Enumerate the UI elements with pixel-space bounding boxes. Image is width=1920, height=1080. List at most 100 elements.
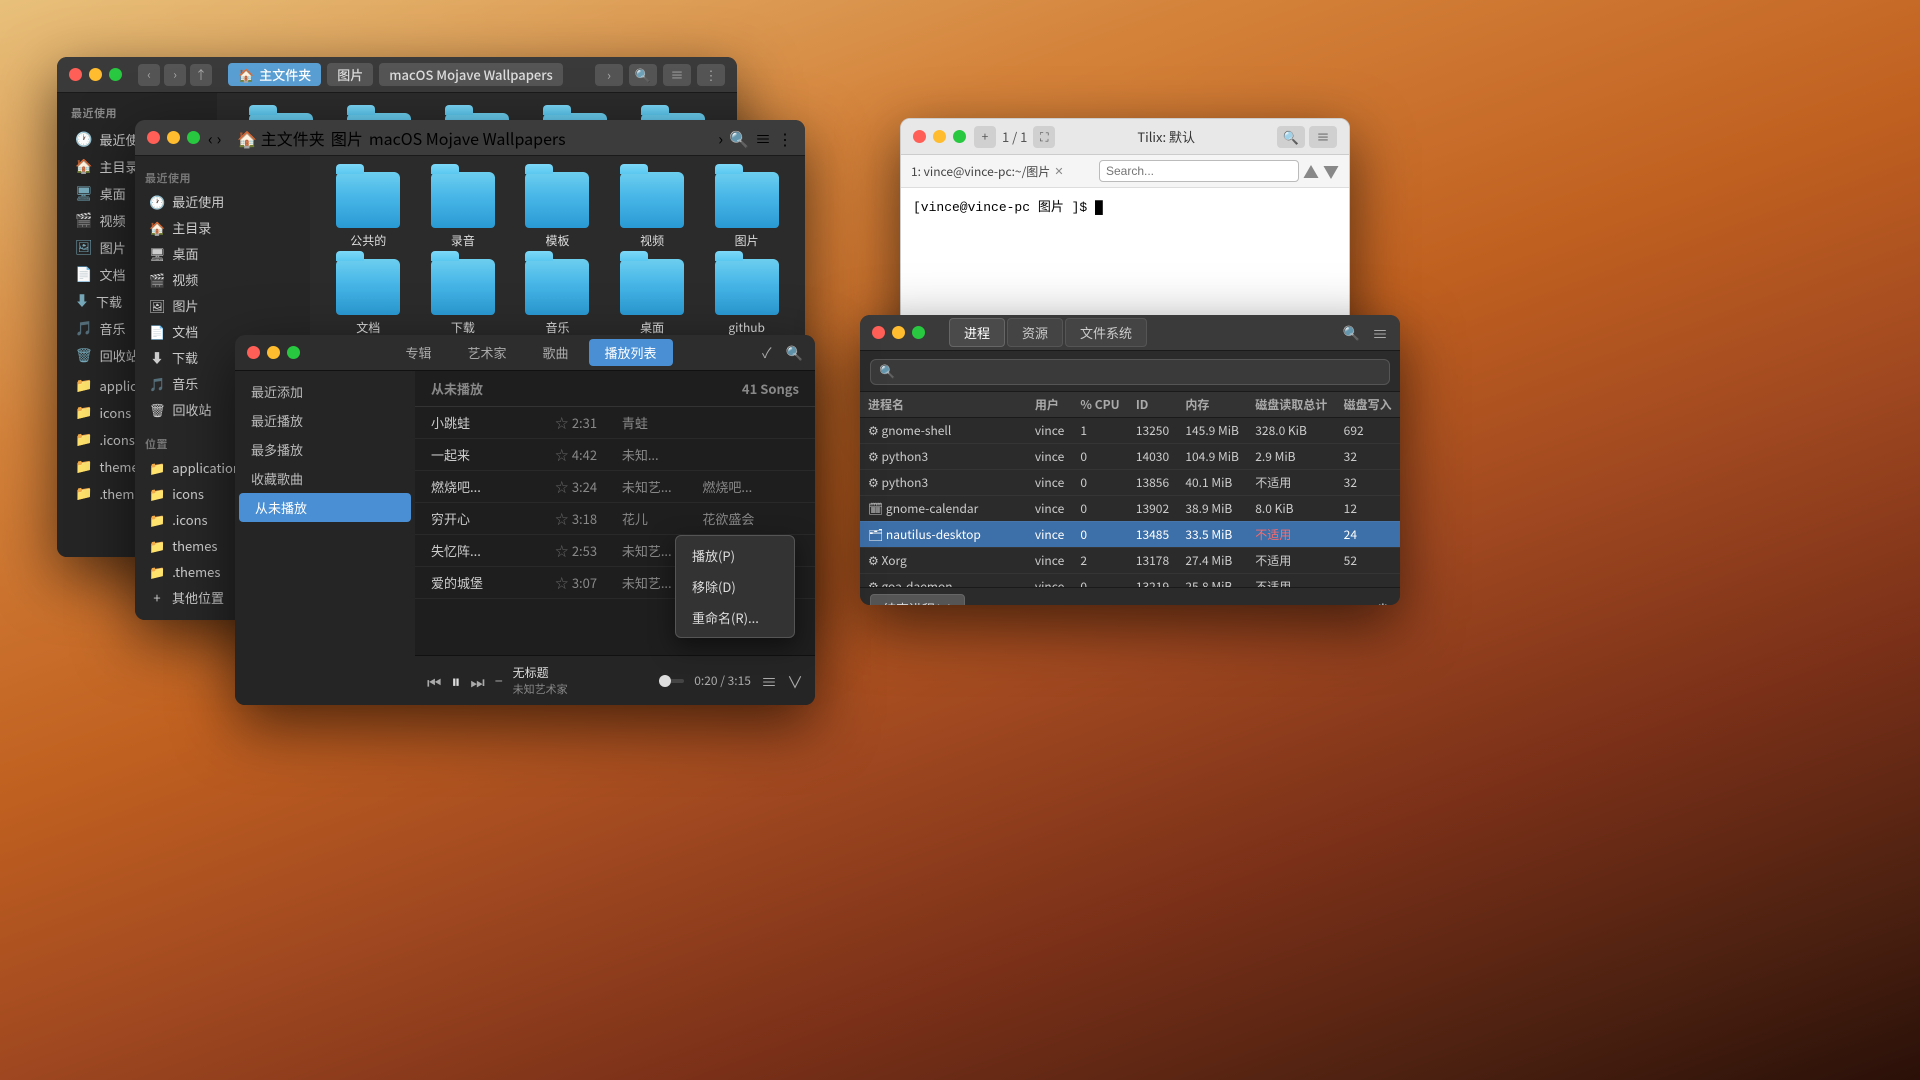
terminal-tab-close[interactable]: ✕ <box>1054 163 1063 179</box>
finder1-nav-buttons[interactable]: ‹ › ↑ <box>138 64 212 86</box>
finder2-options-icon[interactable]: ⋮ <box>777 126 793 150</box>
finder2-nav-buttons[interactable]: ‹ › <box>208 126 221 150</box>
terminal-search-down[interactable]: ▼ <box>1323 159 1339 183</box>
music-sidebar-recent-played[interactable]: 最近播放 <box>235 406 415 435</box>
finder2-crumb-wallpapers[interactable]: macOS Mojave Wallpapers <box>369 126 566 150</box>
finder1-list-view-icon[interactable]: ≡ <box>663 64 691 86</box>
ctx-play[interactable]: 播放(P) <box>676 540 794 571</box>
finder2-sidebar-home[interactable]: 🏠 主目录 <box>139 215 306 240</box>
table-row[interactable]: ⚙ gnome-shell vince 1 13250 145.9 MiB 32… <box>860 417 1400 443</box>
col-disk-write[interactable]: 磁盘写入 <box>1336 392 1400 418</box>
music-more-button[interactable]: ∨ <box>787 669 803 693</box>
finder2-crumb-home[interactable]: 🏠 主文件夹 <box>237 126 325 150</box>
play-pause-button[interactable]: ⏸ <box>451 668 460 694</box>
music-search-icon[interactable]: 🔍 <box>786 343 803 363</box>
sysmon-kill-process-button[interactable]: 结束进程(P) <box>870 594 965 606</box>
finder1-up-button[interactable]: ↑ <box>190 64 212 86</box>
music-tab-songs[interactable]: 歌曲 <box>527 339 585 366</box>
music-max-button[interactable] <box>287 346 300 359</box>
track-star-4[interactable]: ☆ <box>552 509 572 528</box>
table-row[interactable]: 🗓 gnome-calendar vince 0 13902 38.9 MiB … <box>860 495 1400 521</box>
finder1-crumb-wallpapers[interactable]: macOS Mojave Wallpapers <box>379 63 563 86</box>
sysmon-tab-filesystem[interactable]: 文件系统 <box>1065 318 1147 347</box>
finder2-sidebar-recent[interactable]: 🕐 最近使用 <box>139 189 306 214</box>
f2-folder-video[interactable]: 视频 <box>610 172 695 249</box>
finder1-max-button[interactable] <box>109 68 122 81</box>
f2-folder-github[interactable]: github <box>704 259 789 336</box>
list-view-toggle[interactable]: ≡ <box>761 669 777 693</box>
finder1-min-button[interactable] <box>89 68 102 81</box>
ctx-rename[interactable]: 重命名(R)... <box>676 602 794 633</box>
finder2-sidebar-desktop[interactable]: 🖥 桌面 <box>139 241 306 266</box>
sysmon-menu-icon[interactable]: ≡ <box>1372 321 1388 345</box>
finder2-list-view-icon[interactable]: ≡ <box>755 126 771 150</box>
terminal-min-button[interactable] <box>933 130 946 143</box>
finder1-search-icon[interactable]: 🔍 <box>629 64 657 86</box>
track-star-1[interactable]: ☆ <box>552 413 572 432</box>
music-sidebar-never-played[interactable]: 从未播放 <box>239 493 411 522</box>
music-traffic-lights[interactable] <box>247 346 300 359</box>
music-min-button[interactable] <box>267 346 280 359</box>
finder2-sidebar-video[interactable]: 🎬 视频 <box>139 267 306 292</box>
prev-button[interactable]: ⏮ <box>427 669 441 693</box>
f2-folder-pictures[interactable]: 图片 <box>704 172 789 249</box>
col-disk-read[interactable]: 磁盘读取总计 <box>1247 392 1335 418</box>
finder2-forward-button[interactable]: › <box>216 126 221 150</box>
music-check-icon[interactable]: ✓ <box>762 343 772 363</box>
music-tab-album[interactable]: 专辑 <box>389 339 447 366</box>
music-track-4[interactable]: 穷开心 ☆ 3:18 花儿 花欲盛会 <box>415 503 815 535</box>
terminal-max-button[interactable] <box>953 130 966 143</box>
sysmon-close-button[interactable] <box>872 326 885 339</box>
sysmon-traffic-lights[interactable] <box>872 326 925 339</box>
f2-folder-documents[interactable]: 文档 <box>326 259 411 336</box>
music-sidebar-most-played[interactable]: 最多播放 <box>235 435 415 464</box>
next-button[interactable]: ⏭ <box>470 669 484 693</box>
music-tab-artist[interactable]: 艺术家 <box>451 339 522 366</box>
finder1-traffic-lights[interactable] <box>69 68 122 81</box>
terminal-traffic-lights[interactable] <box>913 130 966 143</box>
f2-folder-desktop[interactable]: 桌面 <box>610 259 695 336</box>
terminal-tab-label[interactable]: 1: vince@vince-pc:~/图片 ✕ <box>911 163 1064 180</box>
music-tab-playlist[interactable]: 播放列表 <box>589 339 673 366</box>
f2-folder-gongongde[interactable]: 公共的 <box>326 172 411 249</box>
finder2-search-icon[interactable]: 🔍 <box>729 126 749 150</box>
sysmon-max-button[interactable] <box>912 326 925 339</box>
col-cpu[interactable]: % CPU <box>1072 392 1127 418</box>
finder2-min-button[interactable] <box>167 131 180 144</box>
music-track-3[interactable]: 燃烧吧... ☆ 3:24 未知艺... 燃烧吧... <box>415 471 815 503</box>
sysmon-gear-icon[interactable]: ⚙ <box>1376 596 1390 605</box>
track-star-2[interactable]: ☆ <box>552 445 572 464</box>
finder2-crumb-pictures[interactable]: 图片 <box>331 126 363 150</box>
table-row[interactable]: ⚙ python3 vince 0 14030 104.9 MiB 2.9 Mi… <box>860 443 1400 469</box>
terminal-fullscreen[interactable]: ⛶ <box>1033 126 1055 148</box>
terminal-close-button[interactable] <box>913 130 926 143</box>
terminal-search-input[interactable] <box>1099 160 1299 182</box>
f2-folder-music[interactable]: 音乐 <box>515 259 600 336</box>
finder1-options-icon[interactable]: ⋮ <box>697 64 725 86</box>
col-user[interactable]: 用户 <box>1027 392 1073 418</box>
col-memory[interactable]: 内存 <box>1177 392 1247 418</box>
table-row[interactable]: ⚙ goa-daemon vince 0 13219 25.8 MiB 不适用 <box>860 573 1400 587</box>
sysmon-min-button[interactable] <box>892 326 905 339</box>
progress-thumb[interactable] <box>659 675 671 687</box>
finder2-max-button[interactable] <box>187 131 200 144</box>
music-track-1[interactable]: 小跳蛙 ☆ 2:31 青蛙 <box>415 407 815 439</box>
music-close-button[interactable] <box>247 346 260 359</box>
terminal-prev-tab[interactable]: + <box>974 126 996 148</box>
finder2-back-button[interactable]: ‹ <box>208 126 213 150</box>
finder2-close-button[interactable] <box>147 131 160 144</box>
finder1-close-button[interactable] <box>69 68 82 81</box>
table-row[interactable]: ⚙ python3 vince 0 13856 40.1 MiB 不适用 32 <box>860 469 1400 495</box>
f2-folder-luyin[interactable]: 录音 <box>421 172 506 249</box>
music-sidebar-recent-added[interactable]: 最近添加 <box>235 377 415 406</box>
sysmon-tab-processes[interactable]: 进程 <box>949 318 1005 347</box>
music-track-2[interactable]: 一起来 ☆ 4:42 未知... <box>415 439 815 471</box>
finder1-crumb-pictures[interactable]: 图片 <box>327 63 373 86</box>
col-id[interactable]: ID <box>1128 392 1178 418</box>
finder2-traffic-lights[interactable] <box>147 131 200 144</box>
volume-button[interactable]: − <box>495 671 503 691</box>
table-row-selected[interactable]: 🗂 nautilus-desktop vince 0 13485 33.5 Mi… <box>860 521 1400 547</box>
finder1-crumb-home[interactable]: 🏠 主文件夹 <box>228 63 321 86</box>
track-star-6[interactable]: ☆ <box>552 573 572 592</box>
track-star-5[interactable]: ☆ <box>552 541 572 560</box>
